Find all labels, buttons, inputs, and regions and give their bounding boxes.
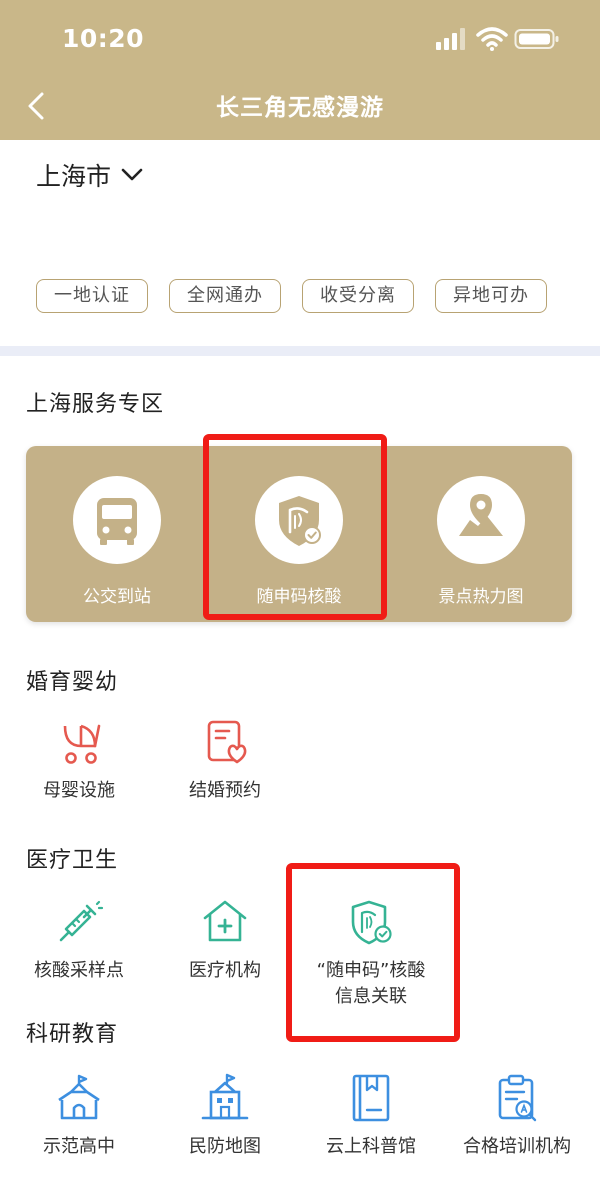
signal-icon xyxy=(436,28,465,50)
feature-bus-arrival[interactable]: 公交到站 xyxy=(26,446,208,622)
service-label: 合格培训机构 xyxy=(463,1136,571,1157)
school-icon xyxy=(58,1074,100,1120)
service-label: 民防地图 xyxy=(189,1136,261,1157)
book-icon xyxy=(352,1074,390,1122)
city-name: 上海市 xyxy=(36,162,112,191)
service-label: 结婚预约 xyxy=(189,780,261,801)
map-pin-icon xyxy=(459,494,503,536)
section-title-shanghai: 上海服务专区 xyxy=(26,392,165,417)
service-test-sites[interactable]: 核酸采样点 xyxy=(4,896,154,996)
highlight-annotation xyxy=(203,434,387,620)
tag-item: 全网通办 xyxy=(169,279,281,313)
syringe-icon xyxy=(59,900,104,942)
feature-label: 景点热力图 xyxy=(438,587,524,607)
service-medical-institutions[interactable]: 医疗机构 xyxy=(150,896,300,996)
service-model-high-schools[interactable]: 示范高中 xyxy=(4,1072,154,1172)
service-label: 医疗机构 xyxy=(189,960,261,981)
section-title-marriage: 婚育婴幼 xyxy=(26,670,119,695)
service-label: 母婴设施 xyxy=(43,780,115,801)
feature-icon-circle xyxy=(437,476,525,564)
bus-icon xyxy=(97,498,137,545)
page: 10:20 长三角无感漫游 上海市 一地认证 全网通办 收受分离 异地可办 上海… xyxy=(0,0,600,1186)
service-civil-defense-map[interactable]: 民防地图 xyxy=(150,1072,300,1172)
feature-tags: 一地认证 全网通办 收受分离 异地可办 xyxy=(36,279,556,313)
hospital-icon xyxy=(203,900,247,942)
status-time: 10:20 xyxy=(62,24,145,53)
stroller-icon xyxy=(63,724,101,764)
header-bar: 10:20 长三角无感漫游 xyxy=(0,0,600,140)
tag-item: 收受分离 xyxy=(302,279,414,313)
service-label: 云上科普馆 xyxy=(326,1136,416,1157)
feature-icon-circle xyxy=(73,476,161,564)
status-icons xyxy=(434,26,559,52)
battery-icon xyxy=(514,29,559,49)
service-marriage-booking[interactable]: 结婚预约 xyxy=(150,716,300,816)
highlight-annotation xyxy=(286,863,460,1042)
civil-defense-icon xyxy=(201,1073,249,1120)
service-training-institutions[interactable]: 合格培训机构 xyxy=(442,1072,592,1172)
wifi-icon xyxy=(476,27,508,51)
heart-document-icon xyxy=(207,720,247,764)
tag-item: 异地可办 xyxy=(435,279,547,313)
city-selector[interactable]: 上海市 xyxy=(36,155,143,195)
section-divider xyxy=(0,346,600,356)
chevron-down-icon xyxy=(121,168,143,181)
feature-label: 公交到站 xyxy=(83,587,151,607)
clipboard-icon xyxy=(498,1074,537,1122)
page-title: 长三角无感漫游 xyxy=(216,95,384,121)
feature-scenic-heatmap[interactable]: 景点热力图 xyxy=(390,446,572,622)
service-cloud-science-museum[interactable]: 云上科普馆 xyxy=(296,1072,446,1172)
tag-item: 一地认证 xyxy=(36,279,148,313)
section-title-education: 科研教育 xyxy=(26,1022,119,1047)
service-label: 示范高中 xyxy=(43,1136,115,1157)
section-title-medical: 医疗卫生 xyxy=(26,848,119,873)
service-maternal-facilities[interactable]: 母婴设施 xyxy=(4,716,154,816)
service-label: 核酸采样点 xyxy=(34,960,124,981)
